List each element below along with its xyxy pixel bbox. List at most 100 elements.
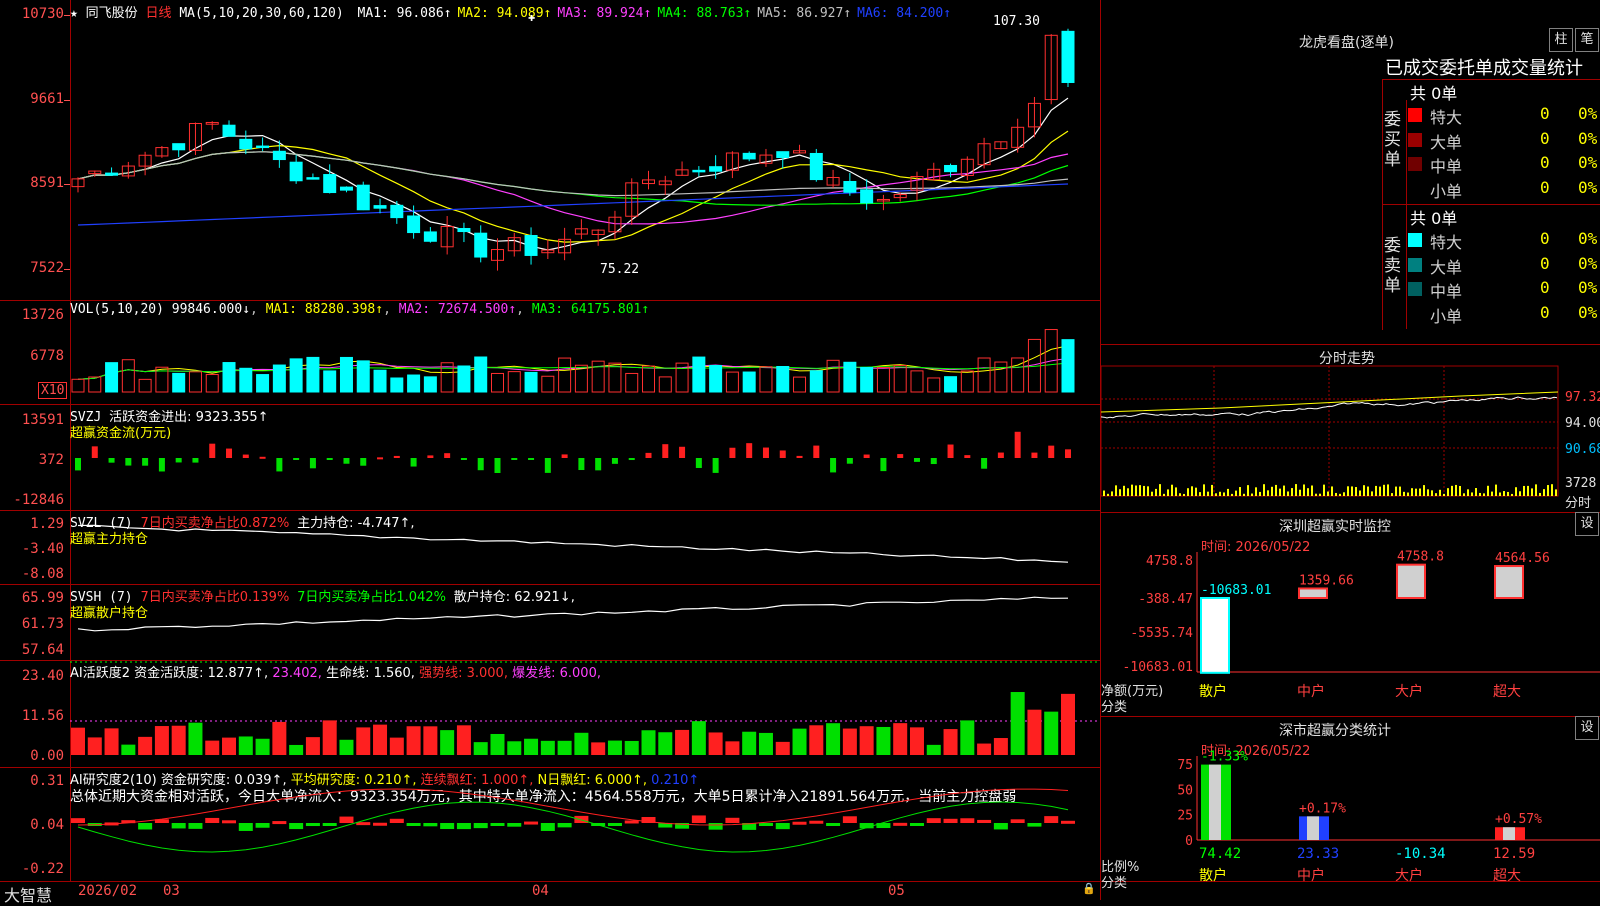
activity-bar xyxy=(138,736,153,755)
intraday-panel[interactable]: 分时走势 97.32 94.00 90.68 3728 分时 xyxy=(1100,344,1600,513)
y-label: -388.47 xyxy=(1138,592,1193,607)
order-size-label: 小单 xyxy=(1430,306,1463,326)
activity-bar xyxy=(406,726,421,755)
color-swatch xyxy=(1408,181,1422,196)
volume-bar xyxy=(826,359,840,393)
research-bar xyxy=(524,821,539,825)
flow-bar xyxy=(494,458,501,473)
volume-bar xyxy=(524,371,538,393)
sell-label: 委卖单 xyxy=(1384,236,1401,296)
intraday-volume-bar xyxy=(1323,484,1325,496)
orderbook-row: 大单 0 0% xyxy=(1408,254,1598,278)
candle-chart xyxy=(71,28,1075,271)
flow-bar xyxy=(830,458,837,473)
y-label: -5535.74 xyxy=(1130,626,1193,641)
research-bar xyxy=(305,823,320,827)
category-label: 中户 xyxy=(1297,683,1325,700)
lock-icon[interactable]: 🔒 xyxy=(1082,882,1096,895)
intraday-volume-bar xyxy=(1115,485,1117,496)
volume-bar xyxy=(121,359,135,393)
volume-pane[interactable]: VOL(5,10,20) 99846.000↓, MA1: 88280.398↑… xyxy=(0,300,1100,405)
order-percent: 0% xyxy=(1578,229,1598,248)
ai-activity-pane[interactable]: AI活跃度2 资金活跃度: 12.877↑, 23.402, 生命线: 1.56… xyxy=(0,660,1100,768)
intraday-volume-bar xyxy=(1267,490,1269,496)
order-size-label: 小单 xyxy=(1430,181,1463,201)
intraday-volume-bar xyxy=(1363,485,1365,496)
y-label: 50 xyxy=(1177,783,1193,798)
intraday-volume-bar xyxy=(1191,486,1193,496)
activity-bar xyxy=(373,724,388,755)
intraday-volume-bar xyxy=(1103,490,1105,496)
volume-bar xyxy=(860,366,874,393)
order-size-label: 特大 xyxy=(1430,108,1463,127)
activity-bar xyxy=(255,738,270,755)
intraday-volume-bar xyxy=(1411,488,1413,496)
candlestick-pane[interactable]: ★ 同飞股份 日线 MA(5,10,20,30,60,120) MA1: 96.… xyxy=(0,0,1100,301)
bar-mode-button[interactable]: 柱 xyxy=(1549,28,1573,52)
intraday-volume-bar xyxy=(1183,493,1185,496)
research-bar xyxy=(926,818,941,823)
research-bar xyxy=(188,823,203,829)
research-bar xyxy=(607,823,622,826)
flow-bar xyxy=(377,457,384,460)
ai-research-pane[interactable]: AI研究度2(10) 资金研究度: 0.039↑, 平均研究度: 0.210↑,… xyxy=(0,767,1100,881)
flow-bar xyxy=(779,450,786,458)
research-bar xyxy=(255,823,270,828)
activity-bar xyxy=(1044,711,1059,755)
activity-bar xyxy=(322,720,337,755)
candle-body xyxy=(843,180,857,193)
intraday-volume-bar xyxy=(1555,489,1557,496)
ratio-bar-highlight xyxy=(1209,764,1221,840)
flow-bar xyxy=(662,444,669,458)
category-label: 大户 xyxy=(1395,683,1423,700)
holding-line xyxy=(77,524,1069,563)
intraday-volume-bar xyxy=(1519,491,1521,496)
flow-bar xyxy=(611,458,618,464)
flow-bar xyxy=(863,454,870,458)
intraday-volume-bar xyxy=(1279,488,1281,496)
color-swatch xyxy=(1408,306,1422,321)
intraday-volume-bar xyxy=(1375,485,1377,496)
intraday-volume-bar xyxy=(1319,493,1321,496)
volume-bar xyxy=(608,362,622,393)
color-swatch xyxy=(1408,157,1422,171)
intraday-volume-bar xyxy=(1427,489,1429,496)
flow-bar xyxy=(393,455,400,458)
order-count: 0 xyxy=(1540,104,1550,123)
change-label: -1.33% xyxy=(1201,750,1248,765)
research-bar xyxy=(809,820,824,824)
intraday-volume-bar xyxy=(1247,485,1249,496)
intraday-volume-bar xyxy=(1531,488,1533,496)
flow-bar xyxy=(242,454,249,458)
svzj-pane[interactable]: SVZJ 活跃资金进出: 9323.355↑ 超赢资金流(万元) 13591 3… xyxy=(0,404,1100,511)
candle-body xyxy=(172,143,186,151)
activity-bar xyxy=(792,728,807,755)
research-bar xyxy=(842,816,857,823)
intraday-volume-bar xyxy=(1135,485,1137,496)
orderbook-divider-v xyxy=(1406,100,1407,329)
flow-bar xyxy=(209,443,216,458)
intraday-volume-bar xyxy=(1127,488,1129,496)
activity-bar xyxy=(691,721,706,755)
order-size-label: 大单 xyxy=(1430,132,1463,152)
svzl-pane[interactable]: SVZL (7) 7日内买卖净占比0.872% 主力持仓: -4.747↑, 超… xyxy=(0,510,1100,585)
intraday-volume-bar xyxy=(1543,489,1545,496)
research-bar xyxy=(977,819,992,823)
activity-bar xyxy=(607,740,622,755)
volume-bar xyxy=(692,356,706,393)
volume-bar xyxy=(910,370,924,393)
svsh-pane[interactable]: SVSH (7) 7日内买卖净占比0.139% 7日内买卖净占比1.042% 散… xyxy=(0,584,1100,661)
order-count: 0 xyxy=(1540,153,1550,172)
research-bar xyxy=(943,818,958,823)
order-percent: 0% xyxy=(1578,104,1598,123)
activity-bar xyxy=(809,725,824,755)
activity-bar xyxy=(154,726,169,755)
tick-mode-button[interactable]: 笔 xyxy=(1575,28,1599,52)
activity-bar xyxy=(205,740,220,755)
activity-bar xyxy=(238,736,253,755)
flow-bar xyxy=(276,458,283,472)
research-bar xyxy=(708,823,723,830)
candle-body xyxy=(407,215,421,234)
intraday-volume-bar xyxy=(1511,493,1513,496)
intraday-volume-bar xyxy=(1483,493,1485,496)
